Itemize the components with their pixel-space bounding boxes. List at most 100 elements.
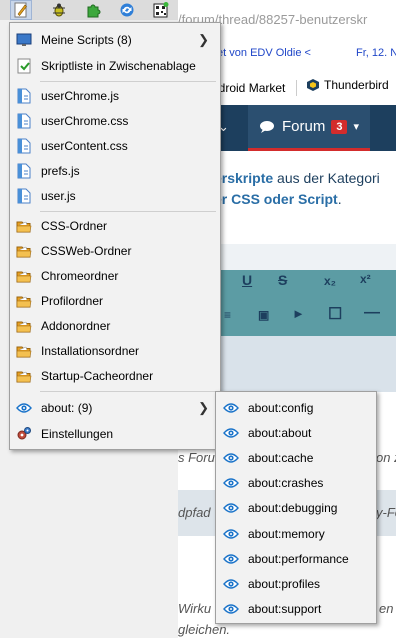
puzzle-icon[interactable] (83, 1, 103, 19)
chevron-right-icon: ❯ (198, 400, 209, 415)
eye-icon (16, 400, 32, 416)
menu-item-meine-scripts[interactable]: Meine Scripts (8) ❯ (13, 28, 217, 52)
eye-icon (223, 425, 239, 441)
submenu-item-label: about:about (248, 426, 312, 440)
menu-item-label: prefs.js (41, 164, 80, 178)
menu-item-chromeordner[interactable]: Chromeordner (13, 264, 217, 288)
doc-icon (16, 188, 32, 204)
submenu-item-about-config[interactable]: about:config (219, 396, 373, 420)
menu-item-userchrome-js[interactable]: userChrome.js (13, 84, 217, 108)
about-submenu: about:config about:about about:cache abo… (215, 391, 377, 624)
menu-item-userchrome-css[interactable]: userChrome.css (13, 109, 217, 133)
folder-icon (16, 268, 32, 284)
menu-item-label: CSS-Ordner (41, 219, 108, 233)
notification-text[interactable]: tet von EDV Oldie < (214, 47, 311, 59)
menu-item-label: Meine Scripts (8) (41, 33, 132, 47)
eye-icon (223, 500, 239, 516)
pin-icon[interactable]: ► (292, 306, 305, 321)
forum-badge: 3 (331, 119, 348, 134)
info-link-2[interactable]: er CSS oder Script (214, 191, 338, 207)
menu-item-label: about: (9) (41, 401, 93, 415)
post-text-line: gleichen. (178, 622, 231, 637)
subscript-button[interactable]: x₂ (324, 274, 336, 288)
post-text-line: Wirku (178, 601, 212, 616)
bug-icon[interactable] (49, 1, 69, 19)
toolbar (0, 0, 180, 20)
box-icon[interactable]: ☐ (328, 304, 342, 324)
script-editor-icon[interactable] (10, 0, 32, 20)
menu-item-einstellungen[interactable]: Einstellungen (13, 422, 217, 446)
gears-icon (16, 426, 32, 442)
nav-forum-tab[interactable]: Forum 3 ▾ (248, 105, 370, 151)
code-text-line: dpfad (178, 505, 211, 520)
menu-item-prefs-js[interactable]: prefs.js (13, 159, 217, 183)
bookmark-android-market[interactable]: ndroid Market (212, 81, 285, 95)
submenu-item-label: about:cache (248, 451, 314, 465)
submenu-item-about-performance[interactable]: about:performance (219, 547, 373, 571)
superscript-button[interactable]: x² (360, 272, 371, 286)
submenu-item-label: about:profiles (248, 577, 321, 591)
menu-item-profilordner[interactable]: Profilordner (13, 289, 217, 313)
menu-item-label: userChrome.css (41, 114, 129, 128)
chevron-right-icon: ❯ (198, 32, 209, 47)
info-text-end: . (337, 191, 342, 207)
scripts-context-menu: Meine Scripts (8) ❯ Skriptliste in Zwisc… (9, 22, 221, 450)
menu-item-startup-cacheordner[interactable]: Startup-Cacheordner (13, 364, 217, 388)
menu-item-label: Skriptliste in Zwischenablage (41, 59, 196, 73)
bookmark-thunderbird[interactable]: Thunderbird (306, 78, 389, 92)
eye-icon (223, 526, 239, 542)
eye-icon (223, 450, 239, 466)
submenu-item-about-cache[interactable]: about:cache (219, 446, 373, 470)
doc-icon (16, 88, 32, 104)
bookmark-thunderbird-label: Thunderbird (324, 78, 389, 92)
submenu-item-label: about:crashes (248, 476, 324, 490)
menu-item-addonordner[interactable]: Addonordner (13, 314, 217, 338)
indent-icon[interactable]: ≡ (224, 308, 231, 322)
menu-item-skriptliste[interactable]: Skriptliste in Zwischenablage (13, 54, 217, 78)
thunderbird-icon (307, 79, 319, 91)
underline-button[interactable]: U (242, 272, 252, 288)
eye-icon (223, 551, 239, 567)
menu-item-usercontent-css[interactable]: userContent.css (13, 134, 217, 158)
menu-separator (40, 211, 216, 212)
info-link-1[interactable]: erskripte (214, 170, 273, 186)
menu-item-label: Chromeordner (41, 269, 119, 283)
submenu-item-label: about:performance (248, 552, 349, 566)
menu-item-label: Profilordner (41, 294, 104, 308)
menu-item-about[interactable]: about: (9) ❯ (13, 396, 217, 420)
folder-icon (16, 318, 32, 334)
post-text-line: on z (376, 450, 396, 465)
submenu-item-about-support[interactable]: about:support (219, 597, 373, 621)
menu-item-cssweb-ordner[interactable]: CSSWeb-Ordner (13, 239, 217, 263)
menu-item-label: Einstellungen (41, 427, 114, 441)
menu-item-installationsordner[interactable]: Installationsordner (13, 339, 217, 363)
code-text-line: y-Fo (376, 505, 396, 520)
dash-icon[interactable]: — (364, 304, 380, 322)
strikethrough-button[interactable]: S (278, 272, 287, 288)
menu-item-css-ordner[interactable]: CSS-Ordner (13, 214, 217, 238)
submenu-item-about-profiles[interactable]: about:profiles (219, 572, 373, 596)
info-text: erskripte aus der Kategori er CSS oder S… (214, 168, 396, 210)
doc-icon (16, 163, 32, 179)
folder-icon (16, 368, 32, 384)
eye-icon (223, 400, 239, 416)
info-text-part: aus der Kategori (273, 170, 380, 186)
submenu-item-label: about:memory (248, 527, 325, 541)
folder-icon (16, 243, 32, 259)
menu-item-label: Startup-Cacheordner (41, 369, 154, 383)
submenu-item-about-crashes[interactable]: about:crashes (219, 471, 373, 495)
menu-item-label: userChrome.js (41, 89, 120, 103)
qr-icon[interactable] (151, 1, 171, 19)
save-icon[interactable]: ▣ (258, 308, 269, 322)
submenu-item-about-about[interactable]: about:about (219, 421, 373, 445)
monitor-icon (16, 32, 32, 48)
submenu-item-label: about:support (248, 602, 322, 616)
menu-item-user-js[interactable]: user.js (13, 184, 217, 208)
submenu-item-about-memory[interactable]: about:memory (219, 522, 373, 546)
menu-separator (40, 81, 216, 82)
menu-item-label: Addonordner (41, 319, 111, 333)
submenu-item-label: about:config (248, 401, 314, 415)
sync-icon[interactable] (117, 1, 137, 19)
chat-icon (260, 120, 274, 133)
submenu-item-about-debugging[interactable]: about:debugging (219, 496, 373, 520)
